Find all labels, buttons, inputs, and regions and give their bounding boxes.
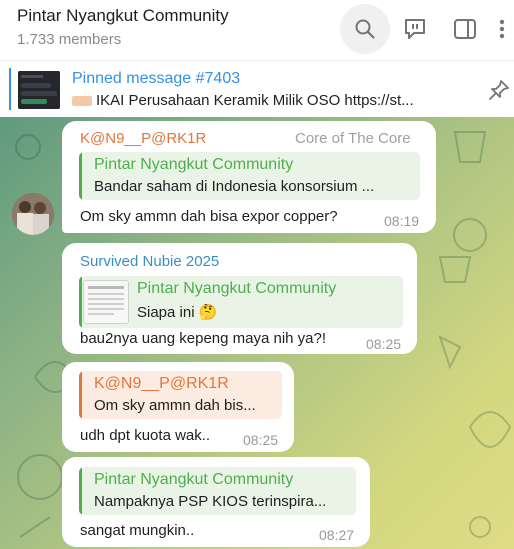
member-count: 1.733 members — [17, 31, 122, 48]
more-button[interactable] — [490, 4, 514, 54]
chat-area[interactable]: K@N9__P@RK1R Core of The Core Pintar Nya… — [0, 117, 514, 549]
message-text: Om sky ammn dah bisa expor copper? — [80, 208, 338, 225]
sidebar-toggle-button[interactable] — [440, 4, 490, 54]
reply-sender-name: Pintar Nyangkut Community — [137, 280, 337, 297]
reply-quote[interactable]: K@N9__P@RK1R Om sky ammn dah bis... — [79, 371, 282, 419]
message-time: 08:25 — [366, 336, 402, 352]
reply-text: Nampaknya PSP KIOS terinspira... — [94, 493, 327, 510]
message-text: udh dpt kuota wak.. — [80, 427, 211, 444]
reply-quote[interactable]: Pintar Nyangkut Community Nampaknya PSP … — [79, 467, 356, 515]
pinned-title: Pinned message #7403 — [72, 70, 241, 87]
pinned-text-row: IKAI Perusahaan Keramik Milik OSO https:… — [72, 92, 462, 109]
pin-icon — [489, 80, 509, 100]
message-text: sangat mungkin.. — [80, 522, 195, 539]
reply-thumbnail — [83, 280, 129, 324]
message-time: 08:25 — [243, 432, 279, 448]
message-time: 08:27 — [319, 527, 355, 543]
reply-quote[interactable]: Pintar Nyangkut Community Siapa ini 🤔 — [79, 276, 403, 328]
reply-text: Om sky ammn dah bis... — [94, 397, 256, 414]
sender-name[interactable]: K@N9__P@RK1R — [80, 130, 206, 147]
search-icon — [355, 19, 375, 39]
reply-sender-name: Pintar Nyangkut Community — [94, 156, 294, 173]
reply-icon — [405, 19, 425, 39]
pinned-thumbnail — [18, 71, 60, 109]
chat-header[interactable]: Pintar Nyangkut Community 1.733 members — [0, 0, 514, 60]
reply-sender-name: Pintar Nyangkut Community — [94, 471, 294, 488]
sidebar-icon — [454, 19, 476, 39]
message-bubble[interactable]: Pintar Nyangkut Community Nampaknya PSP … — [62, 457, 370, 547]
sender-name[interactable]: Survived Nubie 2025 — [80, 253, 219, 270]
message-bubble[interactable]: K@N9__P@RK1R Om sky ammn dah bis... udh … — [62, 362, 294, 452]
reply-sender-name: K@N9__P@RK1R — [94, 375, 229, 392]
message-bubble[interactable]: Survived Nubie 2025 Pintar Nyangkut Comm… — [62, 243, 417, 354]
reply-quote[interactable]: Pintar Nyangkut Community Bandar saham d… — [79, 152, 420, 200]
pinned-indicator — [9, 68, 11, 110]
message-bubble[interactable]: K@N9__P@RK1R Core of The Core Pintar Nya… — [62, 121, 436, 233]
search-button[interactable] — [340, 4, 390, 54]
message-text: bau2nya uang kepeng maya nih ya?! — [80, 330, 327, 347]
reply-text: Bandar saham di Indonesia konsorsium ... — [94, 178, 375, 195]
message-time: 08:19 — [384, 213, 420, 229]
more-icon — [499, 19, 505, 39]
chat-title[interactable]: Pintar Nyangkut Community — [17, 6, 229, 26]
discussion-button[interactable] — [390, 4, 440, 54]
pinned-text: IKAI Perusahaan Keramik Milik OSO https:… — [96, 92, 414, 109]
pinned-message-bar[interactable]: Pinned message #7403 IKAI Perusahaan Ker… — [0, 60, 514, 118]
sender-avatar[interactable] — [12, 193, 54, 235]
sender-rank: Core of The Core — [295, 130, 411, 147]
tag-emoji-icon — [72, 96, 92, 107]
reply-text: Siapa ini 🤔 — [137, 304, 218, 321]
pin-list-button[interactable] — [488, 79, 510, 106]
